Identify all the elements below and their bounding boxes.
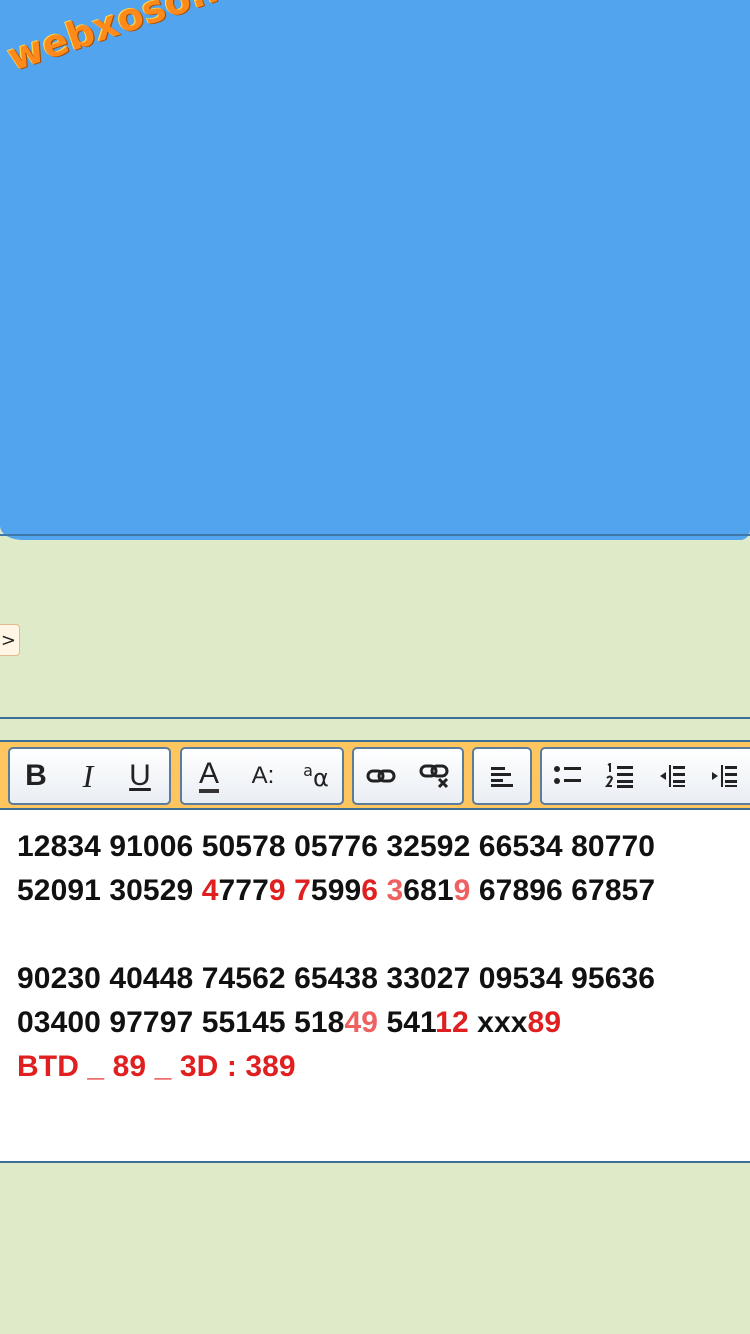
highlighted-text-segment: 9	[453, 874, 471, 907]
underline-button[interactable]: U	[114, 749, 166, 803]
text-segment	[286, 874, 294, 907]
numbered-list-button[interactable]	[594, 749, 646, 803]
editor-line: 12834 91006 50578 05776 32592 66534 8077…	[17, 830, 655, 864]
font-family-icon-alpha: α	[312, 763, 329, 792]
text-segment: 541	[378, 1006, 436, 1039]
text-segment: xxx	[468, 1006, 528, 1039]
link-icon	[366, 769, 396, 783]
text-segment: 681	[403, 874, 454, 907]
unlink-button[interactable]	[408, 749, 462, 803]
highlighted-text-segment: 12	[435, 1006, 469, 1039]
highlighted-text-segment: 49	[344, 1006, 379, 1039]
align-left-button[interactable]	[474, 749, 530, 803]
highlighted-text-segment: 3	[386, 874, 404, 907]
toolbar-group-lists	[540, 747, 750, 805]
text-segment: 12834 91006 50578 05776 32592 66534 8077…	[17, 830, 656, 863]
font-color-button[interactable]: A	[182, 749, 236, 803]
divider-top	[0, 717, 750, 719]
text-segment: 67896 67857	[470, 874, 656, 907]
text-segment: 52091 30529	[17, 874, 202, 907]
bulleted-list-icon	[554, 766, 581, 784]
toolbar-group-text-style: B I U	[8, 747, 171, 805]
text-segment: 03400 97797 55145 518	[17, 1006, 345, 1039]
editor-line: 90230 40448 74562 65438 33027 09534 9563…	[17, 962, 655, 996]
arrow-tab-button[interactable]: >	[0, 624, 20, 656]
indent-button[interactable]	[698, 749, 750, 803]
indent-icon	[712, 765, 737, 787]
text-segment: 599	[310, 874, 362, 907]
numbered-list-icon	[605, 763, 633, 788]
toolbar-group-align	[472, 747, 532, 805]
font-family-button[interactable]: aα	[290, 749, 342, 803]
toolbar-group-links	[352, 747, 464, 805]
font-size-button[interactable]: A:	[236, 749, 290, 803]
bulleted-list-button[interactable]	[542, 749, 594, 803]
font-color-icon: A	[198, 759, 219, 793]
bold-button[interactable]: B	[10, 749, 62, 803]
text-segment	[378, 874, 386, 907]
highlighted-text-segment: 4	[201, 874, 219, 907]
divider-bottom	[0, 1161, 750, 1163]
unlink-icon	[419, 764, 449, 789]
redaction-scribble	[0, 0, 750, 540]
font-family-icon: aα	[303, 761, 329, 792]
highlighted-text-segment: 89	[527, 1006, 562, 1039]
italic-button[interactable]: I	[62, 749, 114, 803]
editor-line: 03400 97797 55145 51849 54112 xxx89	[17, 1006, 561, 1040]
outdent-button[interactable]	[646, 749, 698, 803]
text-segment: 777	[218, 874, 269, 907]
text-segment: 90230 40448 74562 65438 33027 09534 9563…	[17, 962, 656, 995]
highlighted-text-segment: BTD _ 89 _ 3D : 389	[17, 1050, 296, 1083]
highlighted-text-segment: 9	[268, 874, 286, 907]
highlighted-text-segment: 7	[294, 874, 311, 907]
font-family-icon-a: a	[303, 760, 313, 780]
link-button[interactable]	[354, 749, 408, 803]
editor-line: BTD _ 89 _ 3D : 389	[17, 1050, 296, 1084]
outdent-icon	[660, 765, 685, 787]
align-left-icon	[491, 767, 513, 787]
editor-content-area[interactable]: 12834 91006 50578 05776 32592 66534 8077…	[0, 810, 750, 1162]
scribble-edge	[0, 534, 750, 536]
toolbar-group-font: A A: aα	[180, 747, 344, 805]
editor-toolbar: B I U A A: aα	[0, 740, 750, 810]
editor-line: 52091 30529 47779 75996 36819 67896 6785…	[17, 874, 655, 908]
highlighted-text-segment: 6	[361, 874, 379, 907]
